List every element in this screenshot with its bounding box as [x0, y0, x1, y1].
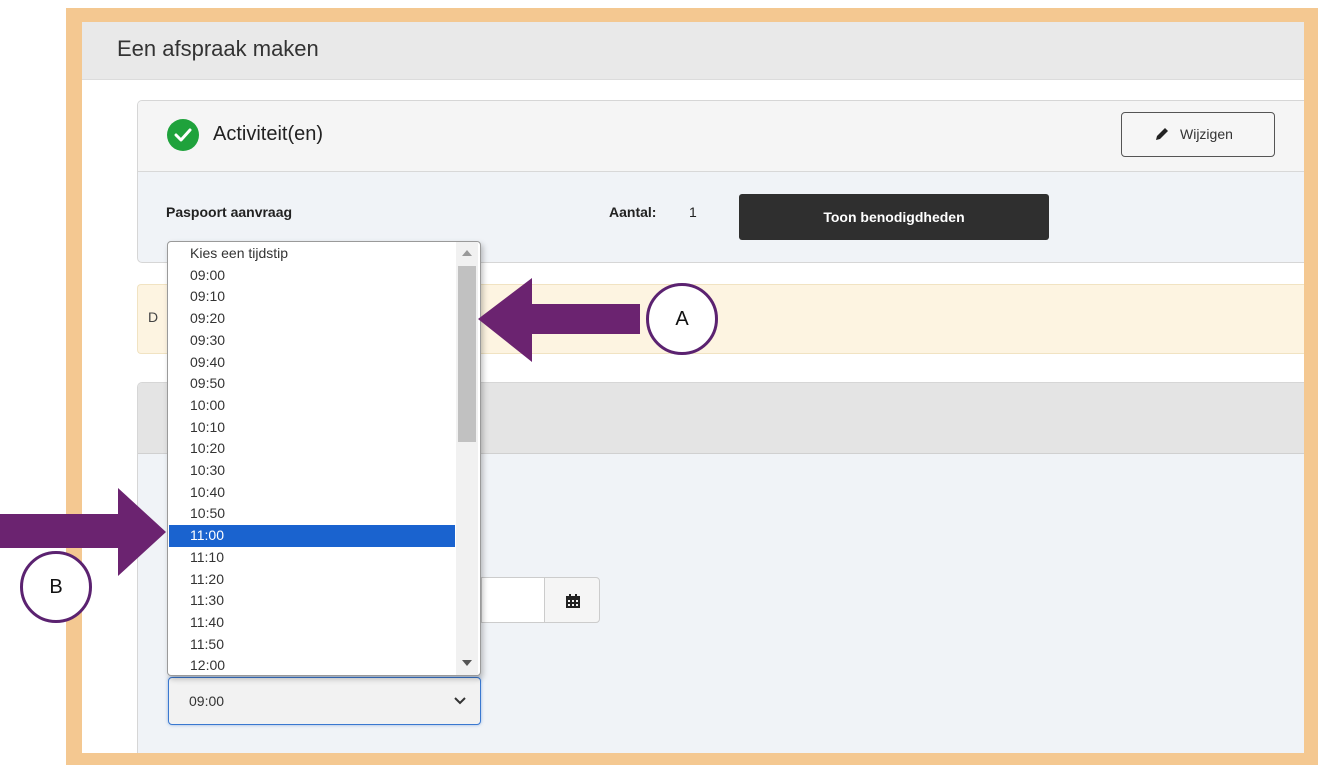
date-input[interactable] — [481, 577, 544, 623]
time-dropdown-list[interactable]: Kies een tijdstip 09:00 09:10 09:20 09:3… — [167, 241, 481, 676]
time-option-placeholder[interactable]: Kies een tijdstip — [169, 243, 455, 265]
browser-viewport: Een afspraak maken Activiteit(en) Wijzig… — [82, 22, 1304, 753]
activities-panel-header: Activiteit(en) Wijzigen — [138, 101, 1304, 172]
show-requirements-button[interactable]: Toon benodigdheden — [739, 194, 1049, 240]
arrow-a-icon — [478, 278, 640, 362]
activities-panel: Activiteit(en) Wijzigen Paspoort aanvraa… — [137, 100, 1304, 263]
page-header: Een afspraak maken — [82, 22, 1304, 80]
time-option[interactable]: 12:00 — [169, 655, 455, 675]
time-option[interactable]: 11:40 — [169, 612, 455, 634]
time-option[interactable]: 09:50 — [169, 373, 455, 395]
chevron-down-icon — [454, 697, 466, 705]
activity-name: Paspoort aanvraag — [166, 204, 293, 220]
count-label: Aantal: — [609, 204, 657, 220]
time-option[interactable]: 09:30 — [169, 330, 455, 352]
page-title: Een afspraak maken — [117, 36, 319, 61]
time-option[interactable]: 09:00 — [169, 265, 455, 287]
time-option[interactable]: 09:20 — [169, 308, 455, 330]
time-select-value: 09:00 — [189, 693, 225, 709]
calendar-icon — [566, 594, 580, 608]
notice-text: D — [148, 309, 159, 325]
time-option-highlighted[interactable]: 11:00 — [169, 525, 455, 547]
edit-button[interactable]: Wijzigen — [1121, 112, 1275, 157]
time-option[interactable]: 11:10 — [169, 547, 455, 569]
time-option[interactable]: 09:40 — [169, 352, 455, 374]
time-option[interactable]: 10:00 — [169, 395, 455, 417]
edit-button-label: Wijzigen — [1180, 126, 1233, 142]
time-option[interactable]: 10:30 — [169, 460, 455, 482]
time-option[interactable]: 10:20 — [169, 438, 455, 460]
time-option[interactable]: 10:10 — [169, 417, 455, 439]
time-option[interactable]: 09:10 — [169, 286, 455, 308]
time-option[interactable]: 11:30 — [169, 590, 455, 612]
callout-a: A — [646, 283, 718, 355]
check-circle-icon — [167, 119, 199, 151]
time-option[interactable]: 10:40 — [169, 482, 455, 504]
time-select[interactable]: 09:00 — [168, 677, 481, 725]
pencil-icon — [1156, 128, 1168, 140]
activities-title: Activiteit(en) — [213, 123, 324, 145]
scroll-down-arrow-icon[interactable] — [462, 660, 472, 666]
time-option[interactable]: 11:50 — [169, 634, 455, 656]
scroll-up-arrow-icon[interactable] — [462, 250, 472, 256]
calendar-button[interactable] — [544, 577, 600, 623]
annotation-frame: Een afspraak maken Activiteit(en) Wijzig… — [66, 8, 1318, 765]
callout-b: B — [20, 551, 92, 623]
time-option[interactable]: 11:20 — [169, 569, 455, 591]
time-option[interactable]: 10:50 — [169, 503, 455, 525]
count-value: 1 — [689, 204, 697, 220]
